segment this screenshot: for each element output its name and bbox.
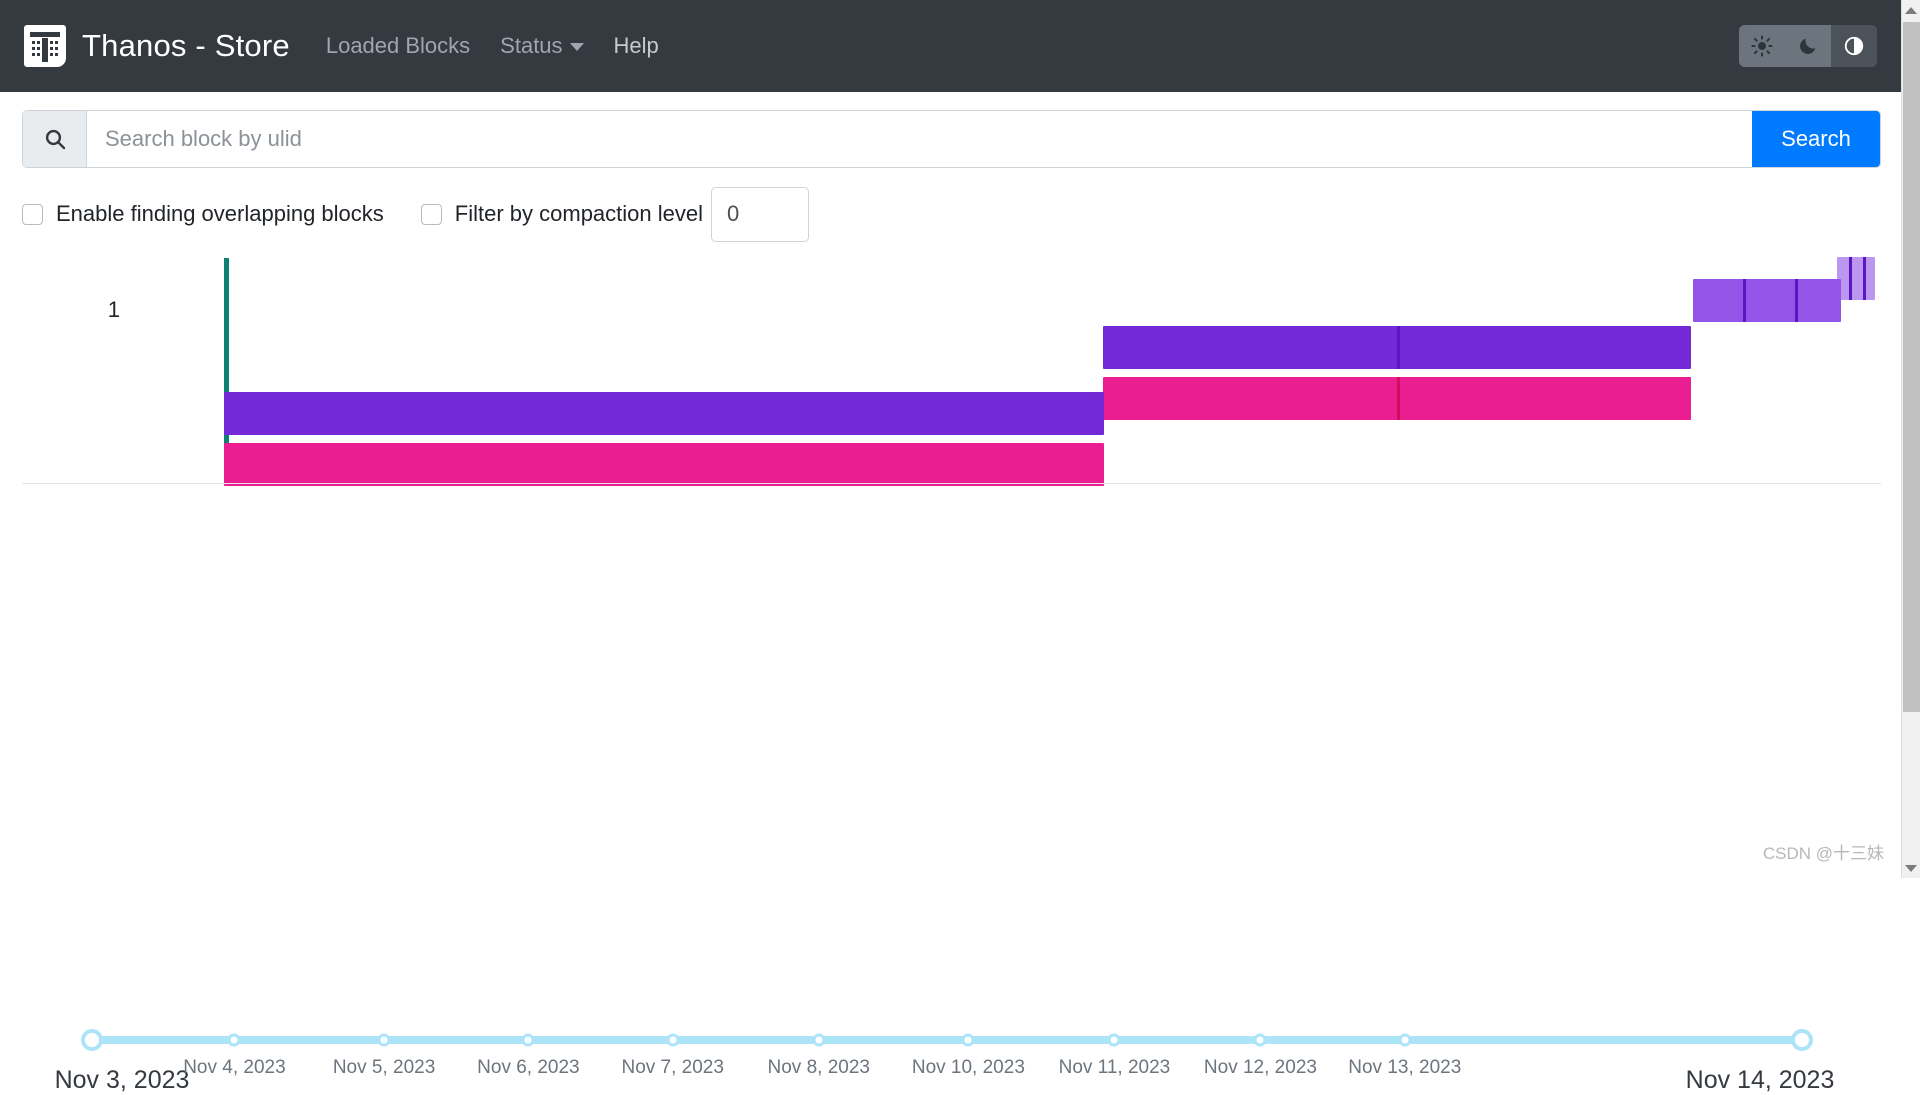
timeline-track[interactable] (92, 1036, 1802, 1044)
timeline-handle[interactable] (378, 1034, 391, 1047)
timeline-tick-label: Nov 8, 2023 (768, 1057, 870, 1079)
filters-row: Enable finding overlapping blocks Filter… (22, 185, 809, 243)
timeline-slider: Nov 3, 2023Nov 4, 2023Nov 5, 2023Nov 6, … (0, 500, 1901, 610)
timeline-tick-label: Nov 7, 2023 (621, 1057, 723, 1079)
watermark: CSDN @十三妹 (1763, 839, 1884, 864)
timeline-handle[interactable] (1398, 1034, 1411, 1047)
blocks-chart: 1 (0, 250, 1901, 482)
timeline-handle[interactable] (81, 1029, 103, 1051)
overlapping-blocks-label: Enable finding overlapping blocks (56, 201, 384, 227)
compaction-level-checkbox[interactable] (421, 204, 442, 225)
chevron-down-icon (1905, 865, 1917, 872)
scrollbar-down-arrow-icon[interactable] (1902, 858, 1920, 878)
search-button[interactable]: Search (1752, 111, 1880, 167)
scrollbar-up-arrow-icon[interactable] (1902, 0, 1920, 20)
timeline-handle[interactable] (522, 1034, 535, 1047)
sun-icon[interactable] (1739, 25, 1785, 67)
overlapping-blocks-checkbox[interactable] (22, 204, 43, 225)
thanos-building-icon (24, 25, 66, 67)
timeline-tick-label: Nov 13, 2023 (1348, 1057, 1461, 1079)
chart-block-divider (1849, 257, 1852, 300)
timeline-handle[interactable] (962, 1034, 975, 1047)
moon-icon[interactable] (1785, 25, 1831, 67)
search-icon[interactable] (23, 111, 87, 167)
chart-block[interactable] (224, 392, 1104, 435)
timeline-tick-label: Nov 10, 2023 (912, 1057, 1025, 1079)
nav-link-status[interactable]: Status (500, 33, 583, 59)
page-scrollbar[interactable] (1901, 0, 1920, 878)
timeline-tick-label: Nov 14, 2023 (1686, 1066, 1835, 1095)
chart-block-divider (1795, 279, 1798, 322)
chart-block-divider (1863, 257, 1866, 300)
chart-block[interactable] (1693, 279, 1841, 322)
timeline-handle[interactable] (228, 1034, 241, 1047)
chart-row-label: 1 (60, 297, 120, 323)
timeline-handle[interactable] (666, 1034, 679, 1047)
compaction-level-label: Filter by compaction level (455, 201, 703, 227)
chart-block[interactable] (1103, 377, 1691, 420)
theme-toggle-group (1739, 25, 1877, 67)
timeline-tick-label: Nov 12, 2023 (1204, 1057, 1317, 1079)
chevron-down-icon (570, 43, 584, 51)
chart-divider (22, 483, 1881, 484)
timeline-handle[interactable] (1108, 1034, 1121, 1047)
chart-block[interactable] (1103, 326, 1691, 369)
nav-link-loaded-blocks[interactable]: Loaded Blocks (326, 33, 470, 59)
chart-block-divider (1743, 279, 1746, 322)
timeline-tick-label: Nov 6, 2023 (477, 1057, 579, 1079)
scrollbar-thumb[interactable] (1903, 22, 1920, 712)
nav-link-status-label: Status (500, 33, 562, 58)
timeline-tick-label: Nov 3, 2023 (55, 1066, 190, 1095)
timeline-handle[interactable] (812, 1034, 825, 1047)
compaction-level-input[interactable] (711, 187, 809, 242)
timeline-handle[interactable] (1791, 1029, 1813, 1051)
compaction-level-checkbox-group[interactable]: Filter by compaction level (421, 201, 703, 227)
search-input[interactable] (87, 111, 1752, 167)
timeline-tick-label: Nov 11, 2023 (1059, 1057, 1171, 1079)
brand-title: Thanos - Store (82, 28, 290, 64)
chart-block-divider (1397, 377, 1400, 420)
timeline-handle[interactable] (1254, 1034, 1267, 1047)
navbar: Thanos - Store Loaded Blocks Status Help (0, 0, 1901, 92)
half-circle-icon[interactable] (1831, 25, 1877, 67)
chart-block-divider (1397, 326, 1400, 369)
chart-block[interactable] (1837, 257, 1875, 300)
chart-block[interactable] (224, 443, 1104, 486)
brand[interactable]: Thanos - Store (24, 25, 290, 67)
nav-link-help[interactable]: Help (614, 33, 659, 59)
nav-links: Loaded Blocks Status Help (326, 33, 659, 59)
timeline-tick-label: Nov 4, 2023 (183, 1057, 285, 1079)
timeline-tick-label: Nov 5, 2023 (333, 1057, 435, 1079)
chevron-up-icon (1905, 7, 1917, 14)
overlapping-blocks-checkbox-group[interactable]: Enable finding overlapping blocks (22, 201, 384, 227)
search-bar: Search (22, 110, 1881, 168)
